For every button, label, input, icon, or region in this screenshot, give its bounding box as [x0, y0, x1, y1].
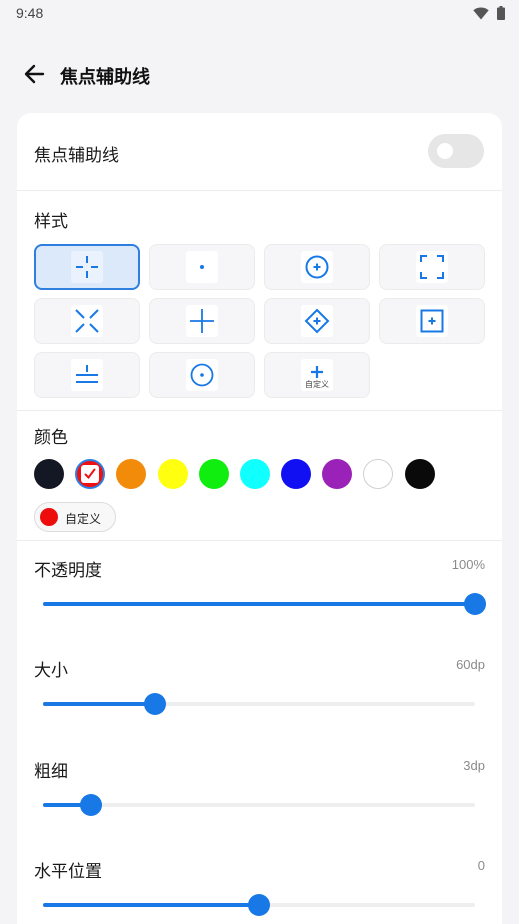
slider-thumb[interactable] — [144, 693, 167, 715]
checkmark-icon — [81, 465, 99, 483]
square-plus-icon — [416, 305, 448, 337]
opacity-slider[interactable] — [43, 593, 486, 615]
color-section-label: 颜色 — [34, 428, 68, 448]
focus-guide-toggle-row: 焦点辅助线 — [17, 113, 502, 191]
back-arrow-icon — [22, 64, 48, 90]
toggle-knob — [437, 143, 453, 159]
custom-color-label: 自定义 — [65, 512, 102, 526]
horizontal-position-value: 0 — [477, 858, 485, 873]
divider — [17, 410, 502, 411]
thickness-value: 3dp — [463, 758, 485, 773]
diamond-plus-icon — [301, 305, 333, 337]
style-option-circle-plus[interactable] — [264, 244, 370, 290]
style-option-custom[interactable]: 自定义 — [264, 352, 370, 398]
app-bar: 焦点辅助线 — [0, 52, 519, 96]
style-option-diagonal-x[interactable] — [34, 298, 140, 344]
settings-card: 焦点辅助线 样式 自定义 颜色 自定义 不透明度 100% 大小 60dp 粗细… — [17, 113, 502, 924]
slider-thumb[interactable] — [79, 794, 102, 816]
horizontal-position-label: 水平位置 — [34, 862, 102, 882]
custom-color-dot — [40, 508, 58, 526]
circle-dot-icon — [186, 359, 218, 391]
custom-plus-icon: 自定义 — [301, 359, 333, 391]
style-section-label: 样式 — [34, 212, 68, 232]
opacity-value: 100% — [451, 557, 485, 572]
focus-guide-toggle[interactable] — [428, 134, 484, 168]
style-option-crosshair-gap[interactable] — [34, 244, 140, 290]
custom-style-label: 自定义 — [305, 380, 329, 389]
circle-plus-icon — [301, 251, 333, 283]
color-swatch-blue[interactable] — [281, 459, 311, 489]
color-swatch-yellow[interactable] — [158, 459, 188, 489]
slider-thumb[interactable] — [248, 894, 270, 916]
style-option-diamond-plus[interactable] — [264, 298, 370, 344]
back-button[interactable] — [22, 62, 48, 86]
style-option-square-plus[interactable] — [379, 298, 485, 344]
style-option-dot[interactable] — [149, 244, 255, 290]
slider-thumb[interactable] — [464, 593, 486, 615]
style-option-corner-brackets[interactable] — [379, 244, 485, 290]
slider-fill — [43, 602, 475, 606]
slider-fill — [43, 903, 259, 907]
size-label: 大小 — [34, 661, 68, 681]
dot-icon — [186, 251, 218, 283]
style-option-horizontal-lines[interactable] — [34, 352, 140, 398]
color-swatch-white[interactable] — [363, 459, 393, 489]
thin-cross-icon — [186, 305, 218, 337]
divider — [17, 540, 502, 541]
status-icons — [473, 5, 505, 24]
style-option-thin-cross[interactable] — [149, 298, 255, 344]
style-option-circle-dot[interactable] — [149, 352, 255, 398]
page-title: 焦点辅助线 — [60, 67, 150, 88]
toggle-label: 焦点辅助线 — [34, 146, 119, 166]
size-slider[interactable] — [43, 693, 475, 715]
color-swatch-black[interactable] — [405, 459, 435, 489]
color-swatch-dark-navy[interactable] — [34, 459, 64, 489]
slider-fill — [43, 702, 156, 706]
color-swatch-orange[interactable] — [116, 459, 146, 489]
wifi-icon — [473, 5, 489, 24]
thickness-label: 粗细 — [34, 762, 68, 782]
opacity-label: 不透明度 — [34, 561, 102, 581]
color-swatch-cyan[interactable] — [240, 459, 270, 489]
horizontal-position-slider[interactable] — [43, 894, 475, 916]
custom-color-chip[interactable]: 自定义 — [34, 502, 116, 532]
crosshair-gap-icon — [71, 251, 103, 283]
corner-brackets-icon — [416, 251, 448, 283]
size-value: 60dp — [456, 657, 485, 672]
status-bar: 9:48 — [0, 0, 519, 28]
status-time: 9:48 — [16, 5, 44, 21]
color-swatch-purple[interactable] — [322, 459, 352, 489]
battery-icon — [497, 5, 505, 24]
color-swatch-green[interactable] — [199, 459, 229, 489]
thickness-slider[interactable] — [43, 794, 475, 816]
horizontal-lines-icon — [71, 359, 103, 391]
color-swatch-red[interactable] — [75, 459, 105, 489]
diagonal-x-icon — [71, 305, 103, 337]
